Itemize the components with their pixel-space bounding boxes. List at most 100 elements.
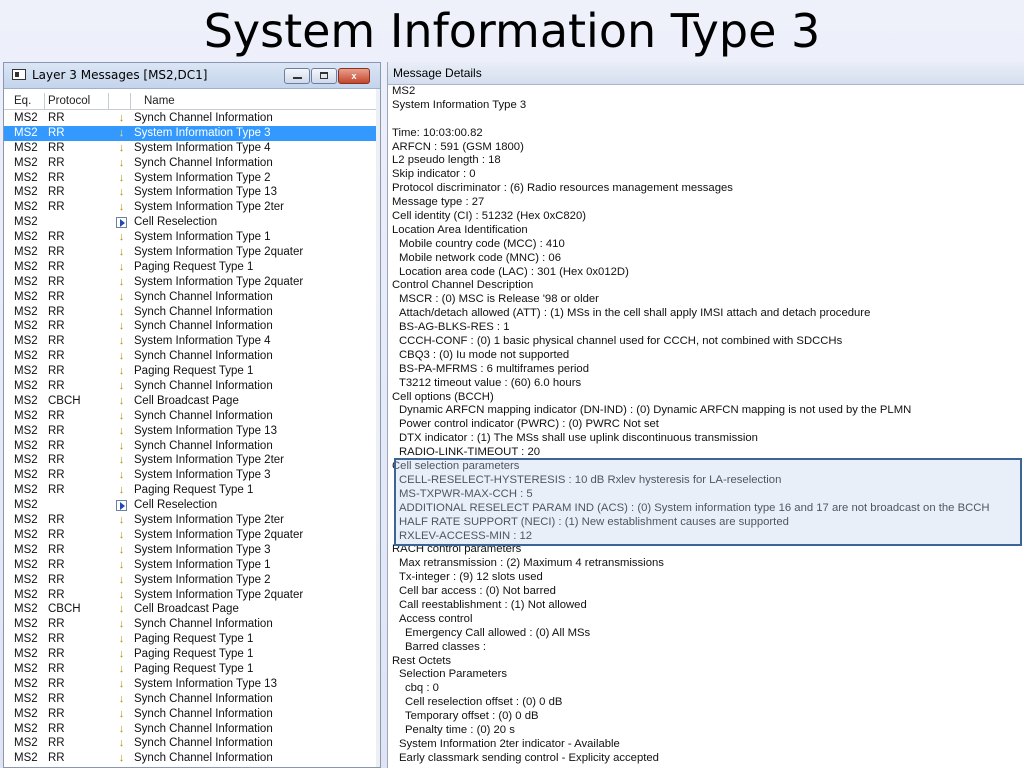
table-row[interactable]: MS2 RR ↓ System Information Type 2	[4, 573, 380, 588]
row-protocol: RR	[48, 454, 65, 467]
vertical-scrollbar[interactable]	[376, 89, 380, 767]
table-row[interactable]: MS2 RR ↓ System Information Type 2quater	[4, 245, 380, 260]
table-row[interactable]: MS2 CBCH ↓ Cell Broadcast Page	[4, 602, 380, 617]
table-row[interactable]: MS2 Cell Reselection	[4, 215, 380, 230]
close-icon: x	[351, 71, 357, 81]
table-row[interactable]: MS2 RR ↓ Paging Request Type 1	[4, 647, 380, 662]
table-row[interactable]: MS2 RR ↓ Synch Channel Information	[4, 751, 380, 766]
table-row[interactable]: MS2 RR ↓ Synch Channel Information	[4, 305, 380, 320]
table-row[interactable]: MS2 RR ↓ System Information Type 2quater	[4, 588, 380, 603]
table-row[interactable]: MS2 RR ↓ System Information Type 4	[4, 334, 380, 349]
table-row[interactable]: MS2 RR ↓ System Information Type 4	[4, 141, 380, 156]
column-header-protocol[interactable]: Protocol	[48, 95, 90, 107]
table-row[interactable]: MS2 RR ↓ Synch Channel Information	[4, 379, 380, 394]
table-row[interactable]: MS2 RR ↓ Synch Channel Information	[4, 111, 380, 126]
arrow-down-icon: ↓	[118, 752, 125, 765]
table-row[interactable]: MS2 RR ↓ System Information Type 2quater	[4, 275, 380, 290]
table-row[interactable]: MS2 CBCH ↓ Cell Broadcast Page	[4, 394, 380, 409]
table-row[interactable]: MS2 RR ↓ System Information Type 3	[4, 543, 380, 558]
row-name: System Information Type 2	[134, 171, 271, 184]
row-eq: MS2	[14, 707, 38, 720]
slide-title: System Information Type 3	[203, 4, 821, 58]
row-eq: MS2	[14, 216, 38, 229]
table-row[interactable]: MS2 RR ↓ Synch Channel Information	[4, 692, 380, 707]
row-name: Cell Reselection	[134, 499, 218, 512]
table-row[interactable]: MS2 RR ↓ System Information Type 3	[4, 468, 380, 483]
table-row[interactable]: MS2 RR ↓ Paging Request Type 1	[4, 260, 380, 275]
table-row[interactable]: MS2 RR ↓ Paging Request Type 1	[4, 632, 380, 647]
detail-line: HALF RATE SUPPORT (NECI) : (1) New estab…	[399, 515, 789, 528]
table-row[interactable]: MS2 RR ↓ Synch Channel Information	[4, 439, 380, 454]
window-titlebar[interactable]: Layer 3 Messages [MS2,DC1] x	[4, 63, 380, 89]
row-protocol: RR	[48, 320, 65, 333]
row-eq: MS2	[14, 171, 38, 184]
table-row[interactable]: MS2 RR ↓ System Information Type 13	[4, 424, 380, 439]
play-icon	[116, 500, 127, 512]
table-row[interactable]: MS2 RR ↓ Synch Channel Information	[4, 156, 380, 171]
detail-line: ADDITIONAL RESELECT PARAM IND (ACS) : (0…	[399, 501, 990, 514]
table-row[interactable]: MS2 RR ↓ System Information Type 2ter	[4, 200, 380, 215]
detail-line: CELL-RESELECT-HYSTERESIS : 10 dB Rxlev h…	[399, 473, 782, 486]
table-row[interactable]: MS2 RR ↓ Synch Channel Information	[4, 707, 380, 722]
row-eq: MS2	[14, 380, 38, 393]
row-protocol: CBCH	[48, 394, 81, 407]
table-header: Eq. Protocol Name	[4, 93, 380, 110]
detail-line: Emergency Call allowed : (0) All MSs	[405, 626, 591, 639]
minimize-button[interactable]	[284, 68, 310, 84]
column-header-name[interactable]: Name	[144, 95, 175, 107]
table-row[interactable]: MS2 RR ↓ Paging Request Type 1	[4, 364, 380, 379]
table-row[interactable]: MS2 RR ↓ System Information Type 13	[4, 185, 380, 200]
column-header-eq[interactable]: Eq.	[14, 95, 31, 107]
maximize-button[interactable]	[311, 68, 337, 84]
row-eq: MS2	[14, 290, 38, 303]
table-row[interactable]: MS2 RR ↓ Synch Channel Information	[4, 319, 380, 334]
row-name: Paging Request Type 1	[134, 484, 254, 497]
row-name: System Information Type 3	[134, 126, 271, 139]
row-name: Cell Broadcast Page	[134, 603, 239, 616]
table-row[interactable]: MS2 RR ↓ System Information Type 2quater	[4, 528, 380, 543]
detail-line: Cell options (BCCH)	[392, 390, 494, 403]
row-name: System Information Type 2quater	[134, 275, 304, 288]
table-row[interactable]: MS2 RR ↓ Synch Channel Information	[4, 722, 380, 737]
row-eq: MS2	[14, 499, 38, 512]
arrow-down-icon: ↓	[118, 231, 125, 244]
table-row[interactable]: MS2 RR ↓ System Information Type 1	[4, 230, 380, 245]
table-row[interactable]: MS2 RR ↓ System Information Type 2	[4, 171, 380, 186]
table-row[interactable]: MS2 RR ↓ System Information Type 2ter	[4, 513, 380, 528]
row-protocol: RR	[48, 514, 65, 527]
arrow-down-icon: ↓	[118, 141, 125, 154]
table-row[interactable]: MS2 RR ↓ Paging Request Type 1	[4, 662, 380, 677]
table-row[interactable]: MS2 RR ↓ System Information Type 1	[4, 558, 380, 573]
table-row[interactable]: MS2 RR ↓ Synch Channel Information	[4, 736, 380, 751]
row-name: Synch Channel Information	[134, 320, 273, 333]
row-name: Paging Request Type 1	[134, 662, 254, 675]
row-protocol: RR	[48, 246, 65, 259]
arrow-down-icon: ↓	[118, 469, 125, 482]
table-row[interactable]: MS2 RR ↓ System Information Type 3	[4, 125, 380, 141]
table-row[interactable]: MS2 Cell Reselection	[4, 498, 380, 513]
table-row[interactable]: MS2 RR ↓ Paging Request Type 1	[4, 483, 380, 498]
row-eq: MS2	[14, 260, 38, 273]
table-row[interactable]: MS2 RR ↓ Synch Channel Information	[4, 349, 380, 364]
row-protocol: RR	[48, 126, 65, 139]
row-name: System Information Type 1	[134, 558, 271, 571]
table-row[interactable]: MS2 RR ↓ System Information Type 2ter	[4, 453, 380, 468]
row-protocol: RR	[48, 290, 65, 303]
table-row[interactable]: MS2 RR ↓ System Information Type 13	[4, 677, 380, 692]
arrow-down-icon: ↓	[118, 350, 125, 363]
detail-line: Attach/detach allowed (ATT) : (1) MSs in…	[399, 307, 871, 320]
row-eq: MS2	[14, 201, 38, 214]
row-name: Synch Channel Information	[134, 112, 273, 124]
detail-line: BS-AG-BLKS-RES : 1	[399, 321, 510, 334]
row-protocol: RR	[48, 260, 65, 273]
arrow-down-icon: ↓	[118, 394, 125, 407]
row-protocol: RR	[48, 275, 65, 288]
arrow-down-icon: ↓	[118, 484, 125, 497]
row-eq: MS2	[14, 424, 38, 437]
close-button[interactable]: x	[338, 68, 370, 84]
table-row[interactable]: MS2 RR ↓ Synch Channel Information	[4, 409, 380, 424]
detail-line: Mobile network code (MNC) : 06	[399, 251, 561, 264]
table-row[interactable]: MS2 RR ↓ Synch Channel Information	[4, 617, 380, 632]
table-row[interactable]: MS2 RR ↓ Synch Channel Information	[4, 290, 380, 305]
row-protocol: RR	[48, 484, 65, 497]
